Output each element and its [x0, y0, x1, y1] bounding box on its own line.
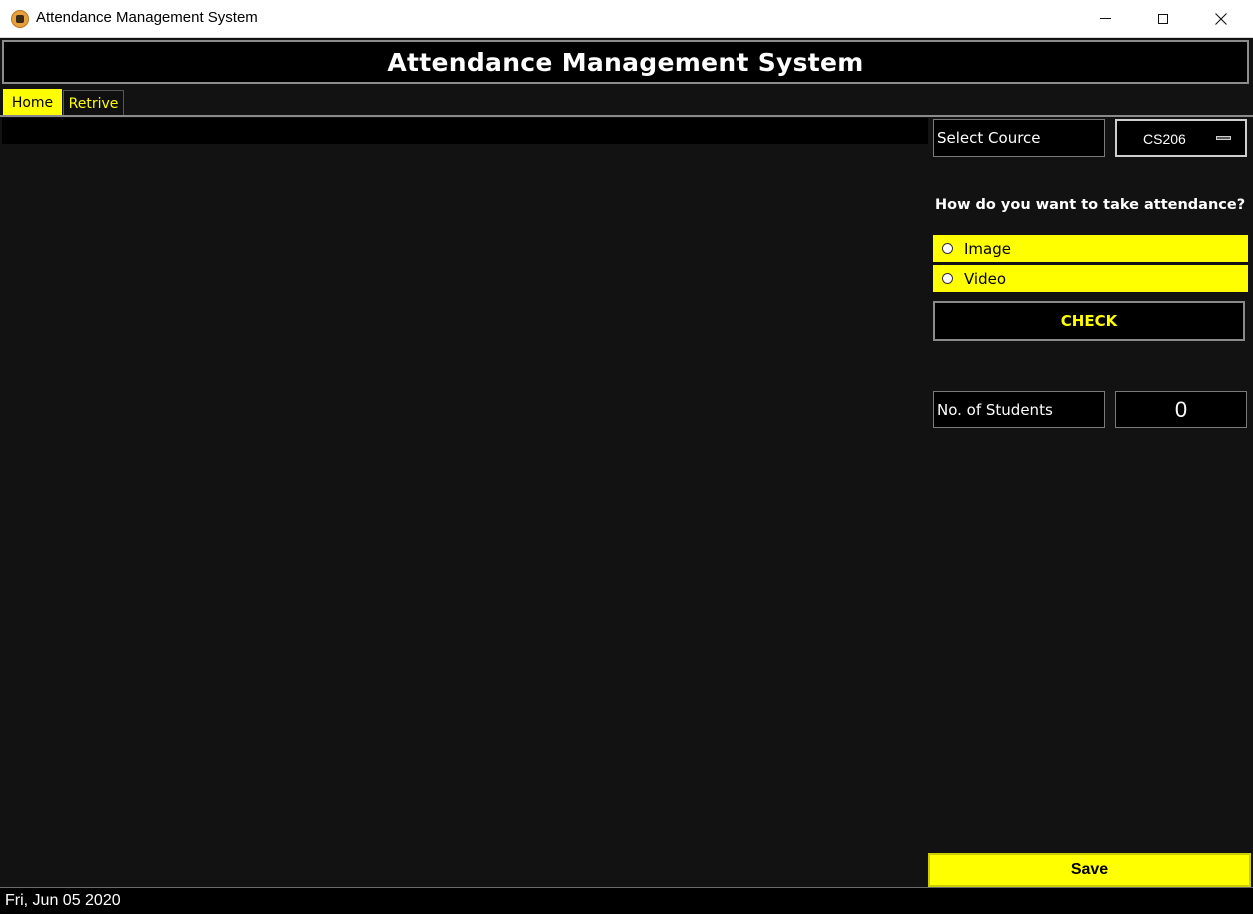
page-title: Attendance Management System	[387, 47, 864, 77]
maximize-button[interactable]	[1134, 0, 1192, 37]
close-button[interactable]	[1192, 0, 1250, 37]
maximize-icon	[1158, 13, 1168, 24]
app-icon	[11, 10, 29, 28]
radio-option-image[interactable]: Image	[933, 235, 1248, 262]
save-button[interactable]: Save	[928, 853, 1251, 887]
tab-home[interactable]: Home	[3, 89, 62, 116]
minimize-icon	[1099, 18, 1111, 19]
radio-label-image: Image	[964, 239, 1011, 258]
radio-option-video[interactable]: Video	[933, 265, 1248, 292]
student-count-value: 0	[1115, 391, 1247, 428]
radio-button-icon[interactable]	[942, 273, 953, 284]
control-panel: Select Cource CS206 How do you want to t…	[928, 117, 1253, 887]
app-window: Attendance Management System Attendance …	[0, 0, 1253, 914]
course-dropdown-value: CS206	[1143, 131, 1186, 147]
dropdown-indicator-icon	[1216, 136, 1231, 140]
radio-button-icon[interactable]	[942, 243, 953, 254]
video-display-area	[2, 118, 928, 886]
tab-bar: Home Retrive	[0, 86, 1253, 116]
radio-label-video: Video	[964, 269, 1007, 288]
close-icon	[1215, 12, 1227, 25]
header-banner: Attendance Management System	[2, 40, 1249, 84]
minimize-button[interactable]	[1076, 0, 1134, 37]
window-title: Attendance Management System	[36, 9, 258, 26]
course-dropdown[interactable]: CS206	[1115, 119, 1247, 157]
tab-retrive[interactable]: Retrive	[63, 90, 124, 116]
status-date: Fri, Jun 05 2020	[5, 892, 121, 909]
video-display-header	[2, 118, 928, 144]
select-course-label: Select Cource	[933, 119, 1105, 157]
home-tab-content: Select Cource CS206 How do you want to t…	[0, 117, 1253, 887]
student-count-label: No. of Students	[933, 391, 1105, 428]
status-bar: Fri, Jun 05 2020	[0, 887, 1253, 914]
attendance-method-question: How do you want to take attendance?	[935, 197, 1246, 213]
title-bar: Attendance Management System	[0, 0, 1253, 38]
check-button[interactable]: CHECK	[933, 301, 1245, 341]
